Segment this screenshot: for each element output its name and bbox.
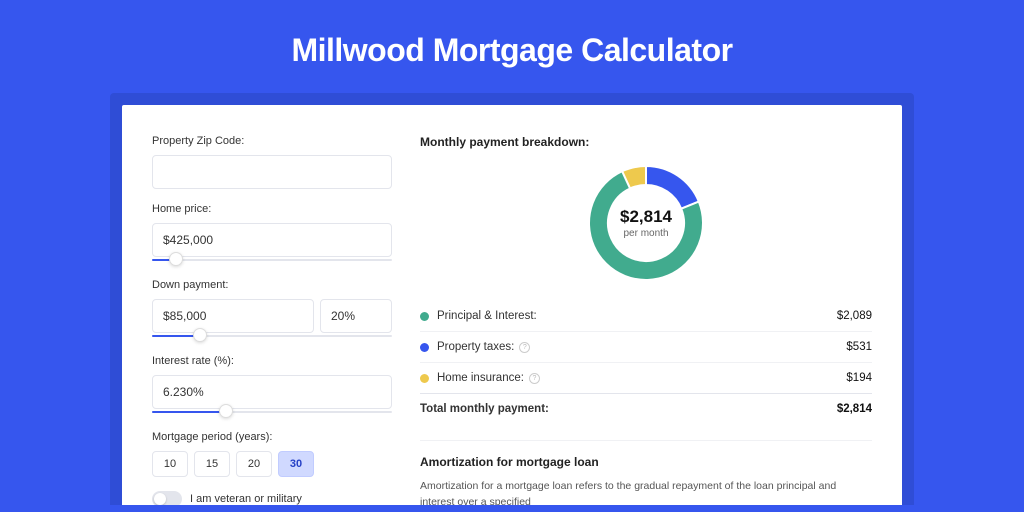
breakdown-total-label: Total monthly payment: [420, 403, 549, 415]
period-option-30[interactable]: 30 [278, 451, 314, 477]
home-price-slider[interactable] [152, 255, 392, 265]
period-option-10[interactable]: 10 [152, 451, 188, 477]
mortgage-period-options: 10152030 [152, 451, 392, 477]
breakdown-line: Principal & Interest: $2,089 [420, 301, 872, 331]
donut-zone: $2,814 per month [420, 163, 872, 283]
breakdown-column: Monthly payment breakdown: $2,814 per mo… [420, 135, 872, 505]
period-option-20[interactable]: 20 [236, 451, 272, 477]
home-price-label: Home price: [152, 203, 392, 215]
down-payment-amount-input[interactable] [152, 299, 314, 333]
zip-input[interactable] [152, 155, 392, 189]
mortgage-period-label: Mortgage period (years): [152, 431, 392, 443]
interest-rate-slider[interactable] [152, 407, 392, 417]
amortization-title: Amortization for mortgage loan [420, 455, 872, 469]
breakdown-total-value: $2,814 [837, 403, 872, 415]
breakdown-line: Home insurance:? $194 [420, 362, 872, 393]
breakdown-line: Property taxes:? $531 [420, 331, 872, 362]
inputs-column: Property Zip Code: Home price: Down paym… [152, 135, 392, 505]
breakdown-line-label: Principal & Interest: [437, 310, 537, 322]
legend-dot [420, 374, 429, 383]
info-icon[interactable]: ? [529, 373, 540, 384]
down-payment-slider[interactable] [152, 331, 392, 341]
breakdown-line-value: $531 [846, 341, 872, 353]
zip-label: Property Zip Code: [152, 135, 392, 147]
line-items: Principal & Interest: $2,089 Property taxe… [420, 301, 872, 424]
legend-dot [420, 343, 429, 352]
breakdown-line-value: $194 [846, 372, 872, 384]
interest-rate-field: Interest rate (%): [152, 355, 392, 417]
legend-dot [420, 312, 429, 321]
amortization-text: Amortization for a mortgage loan refers … [420, 479, 872, 505]
down-payment-field: Down payment: [152, 279, 392, 341]
donut-chart: $2,814 per month [586, 163, 706, 283]
calculator-card: Property Zip Code: Home price: Down paym… [122, 105, 902, 505]
donut-sub: per month [623, 228, 668, 239]
period-option-15[interactable]: 15 [194, 451, 230, 477]
card-backdrop: Property Zip Code: Home price: Down paym… [110, 93, 914, 505]
donut-center: $2,814 per month [586, 163, 706, 283]
donut-amount: $2,814 [620, 207, 672, 227]
breakdown-line-value: $2,089 [837, 310, 872, 322]
breakdown-title: Monthly payment breakdown: [420, 135, 872, 149]
down-payment-label: Down payment: [152, 279, 392, 291]
home-price-field: Home price: [152, 203, 392, 265]
breakdown-line-label: Home insurance: [437, 372, 524, 384]
zip-field: Property Zip Code: [152, 135, 392, 189]
mortgage-period-field: Mortgage period (years): 10152030 [152, 431, 392, 477]
home-price-input[interactable] [152, 223, 392, 257]
veteran-toggle-label: I am veteran or military [190, 493, 302, 505]
interest-rate-label: Interest rate (%): [152, 355, 392, 367]
info-icon[interactable]: ? [519, 342, 530, 353]
page-title: Millwood Mortgage Calculator [0, 0, 1024, 93]
breakdown-total-line: Total monthly payment: $2,814 [420, 393, 872, 424]
down-payment-percent-input[interactable] [320, 299, 392, 333]
breakdown-line-label: Property taxes: [437, 341, 514, 353]
veteran-row: I am veteran or military [152, 491, 392, 505]
interest-rate-input[interactable] [152, 375, 392, 409]
amortization-section: Amortization for mortgage loan Amortizat… [420, 440, 872, 505]
veteran-toggle[interactable] [152, 491, 182, 505]
